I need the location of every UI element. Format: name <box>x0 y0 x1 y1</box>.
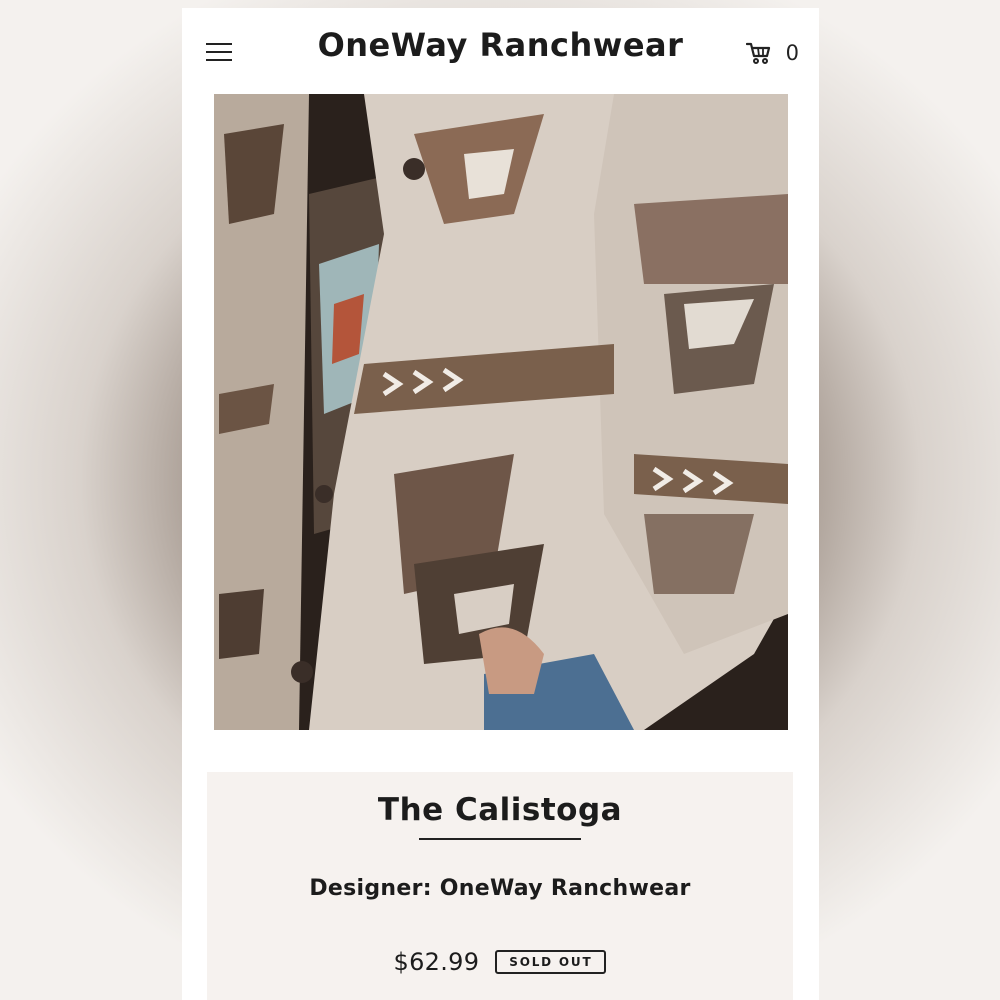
product-price: $62.99 <box>393 948 480 976</box>
product-info-panel: The Calistoga Designer: OneWay Ranchwear… <box>207 772 793 1000</box>
store-title[interactable]: OneWay Ranchwear <box>182 26 819 64</box>
product-photo[interactable] <box>214 94 788 730</box>
title-underline <box>419 838 581 840</box>
shopping-cart-icon <box>745 42 770 64</box>
cart-button[interactable]: 0 <box>745 41 799 65</box>
price-row: $62.99 SOLD OUT <box>207 948 793 976</box>
product-designer: Designer: OneWay Ranchwear <box>309 876 691 901</box>
site-header: OneWay Ranchwear 0 <box>182 8 819 94</box>
product-photo-illustration <box>214 94 788 730</box>
mobile-page: OneWay Ranchwear 0 The Calistoga Designe… <box>182 8 819 1000</box>
cart-count: 0 <box>785 41 799 65</box>
sold-out-badge: SOLD OUT <box>495 950 607 974</box>
product-title[interactable]: The Calistoga <box>207 792 793 828</box>
